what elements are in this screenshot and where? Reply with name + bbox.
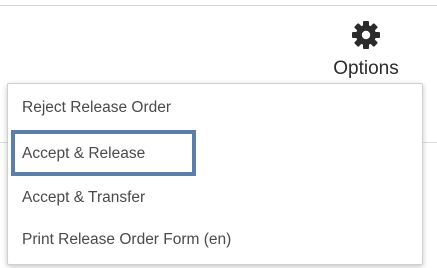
menu-item-accept-and-release[interactable]: Accept & Release — [8, 134, 422, 174]
gear-icon — [351, 20, 381, 50]
top-divider — [0, 5, 437, 6]
menu-item-accept-and-transfer[interactable]: Accept & Transfer — [8, 178, 422, 218]
page: Options Reject Release Order Accept & Re… — [0, 0, 437, 268]
menu-item-print-release-order-form[interactable]: Print Release Order Form (en) — [8, 220, 422, 260]
menu-item-reject-release-order[interactable]: Reject Release Order — [8, 88, 422, 128]
options-dropdown-menu: Reject Release Order Accept & Release Ac… — [7, 83, 423, 265]
options-label: Options — [333, 58, 399, 79]
options-button[interactable]: Options — [318, 20, 414, 84]
